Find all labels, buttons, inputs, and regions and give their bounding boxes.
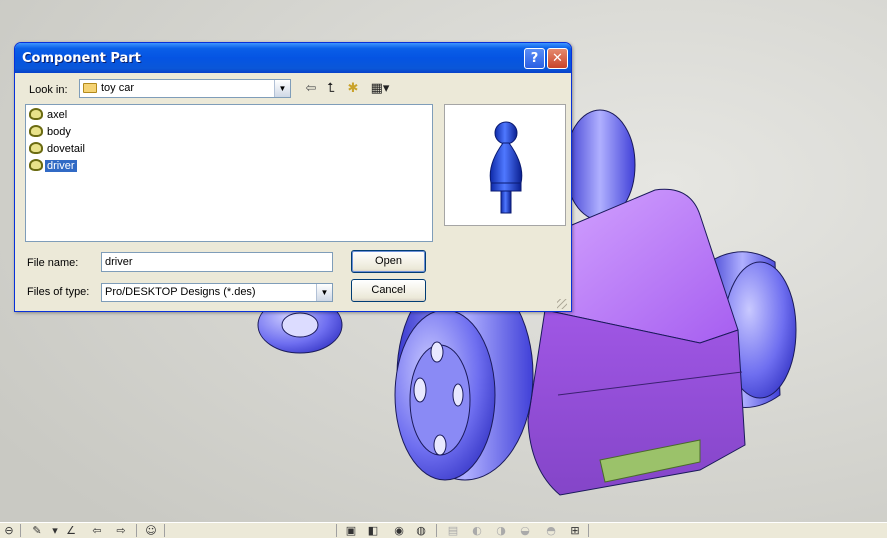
new-folder-icon[interactable]: ✱ — [344, 81, 362, 97]
design-file-icon — [29, 125, 43, 137]
close-icon: ✕ — [552, 51, 563, 66]
help-button[interactable]: ? — [524, 48, 545, 69]
toolbar-separator — [588, 524, 589, 537]
preview-pane — [444, 104, 566, 226]
list-item[interactable]: body — [29, 125, 73, 140]
toolbar-separator — [136, 524, 137, 537]
design-file-icon — [29, 108, 43, 120]
dialog-body: Look in: toy car ▼ ⇦ ⮤ ✱ ▦▾ axel body do… — [18, 73, 568, 310]
dialog-title: Component Part — [22, 51, 141, 66]
view-menu-icon[interactable]: ▦▾ — [368, 81, 392, 97]
files-of-type-label: Files of type: — [27, 286, 90, 298]
bottom-toolbar: ⊖ ✎ ▾ ∠ ⇦ ⇨ ☺ ▣ ◧ ◉ ◍ ▤ ◐ ◑ ◒ ◓ ⊞ — [0, 522, 887, 538]
file-name-input[interactable] — [101, 252, 333, 272]
list-item-selected[interactable]: driver — [29, 159, 77, 174]
back-arrow-icon[interactable]: ⇦ — [302, 81, 320, 97]
file-item-label: driver — [45, 160, 77, 172]
help-icon: ? — [530, 51, 539, 66]
chevron-down-icon[interactable]: ▼ — [274, 80, 290, 97]
driver-part-preview — [489, 121, 523, 214]
disabled-tool-icon: ▤ — [447, 524, 459, 537]
up-folder-icon[interactable]: ⮤ — [322, 81, 340, 97]
file-type-dropdown[interactable]: Pro/DESKTOP Designs (*.des) ▼ — [101, 283, 333, 302]
feature-icon[interactable]: ◍ — [414, 525, 428, 537]
cancel-button[interactable]: Cancel — [351, 279, 426, 302]
sketch-tool-icon[interactable]: ✎ — [30, 525, 44, 537]
align-tool-icon[interactable]: ⊞ — [568, 525, 582, 537]
toolbar-separator — [164, 524, 165, 537]
disabled-tool-icon: ◑ — [496, 524, 506, 537]
look-in-value: toy car — [101, 82, 135, 94]
open-button[interactable]: Open — [351, 250, 426, 273]
angle-tool-icon[interactable]: ∠ — [64, 525, 78, 537]
file-item-label: body — [47, 126, 71, 138]
smiley-icon[interactable]: ☺ — [144, 525, 158, 537]
zoom-icon[interactable]: ⊖ — [2, 525, 16, 537]
file-list[interactable]: axel body dovetail driver — [25, 104, 433, 242]
dropdown-arrow-icon[interactable]: ▾ — [48, 525, 62, 537]
view-cube-icon[interactable]: ▣ — [344, 525, 358, 537]
list-item[interactable]: dovetail — [29, 142, 87, 157]
look-in-dropdown[interactable]: toy car ▼ — [79, 79, 291, 98]
close-button[interactable]: ✕ — [547, 48, 568, 69]
file-name-label: File name: — [27, 257, 79, 269]
dialog-titlebar[interactable]: Component Part ? ✕ — [15, 43, 571, 73]
back-arrow-icon[interactable]: ⇦ — [90, 525, 104, 537]
component-part-dialog: Component Part ? ✕ Look in: toy car ▼ ⇦ … — [14, 42, 572, 312]
design-file-icon — [29, 142, 43, 154]
shaded-view-icon[interactable]: ◧ — [366, 525, 380, 537]
resize-grip[interactable] — [557, 299, 567, 309]
toolbar-separator — [436, 524, 437, 537]
folder-icon — [83, 83, 97, 93]
toolbar-separator — [20, 524, 21, 537]
file-item-label: axel — [47, 109, 68, 121]
disabled-tool-icon: ◐ — [472, 524, 482, 537]
design-file-icon — [29, 159, 43, 171]
render-icon[interactable]: ◉ — [392, 525, 406, 537]
forward-arrow-icon[interactable]: ⇨ — [114, 525, 128, 537]
list-item[interactable]: axel — [29, 108, 69, 123]
disabled-tool-icon: ◒ — [520, 524, 530, 537]
toolbar-separator — [336, 524, 337, 537]
chevron-down-icon[interactable]: ▼ — [316, 284, 332, 301]
file-item-label: dovetail — [47, 143, 85, 155]
file-type-value: Pro/DESKTOP Designs (*.des) — [105, 286, 256, 298]
disabled-tool-icon: ◓ — [546, 524, 556, 537]
look-in-label: Look in: — [29, 84, 68, 96]
